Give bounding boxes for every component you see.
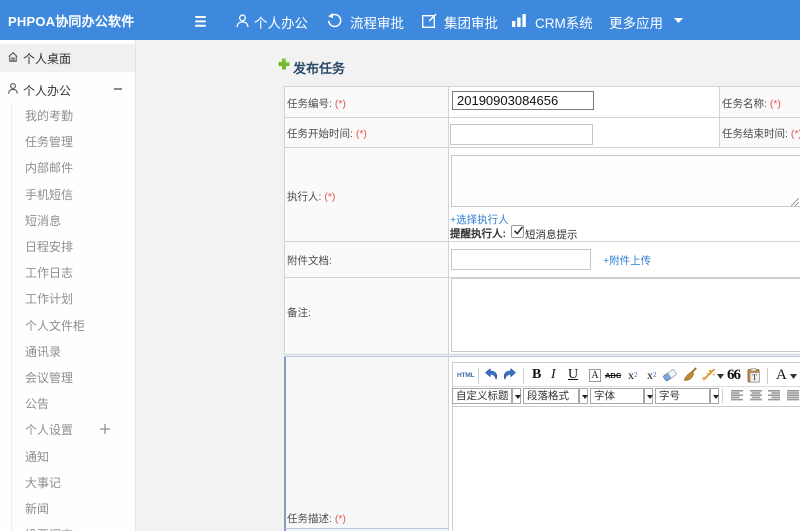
svg-text:T: T [752,373,757,382]
